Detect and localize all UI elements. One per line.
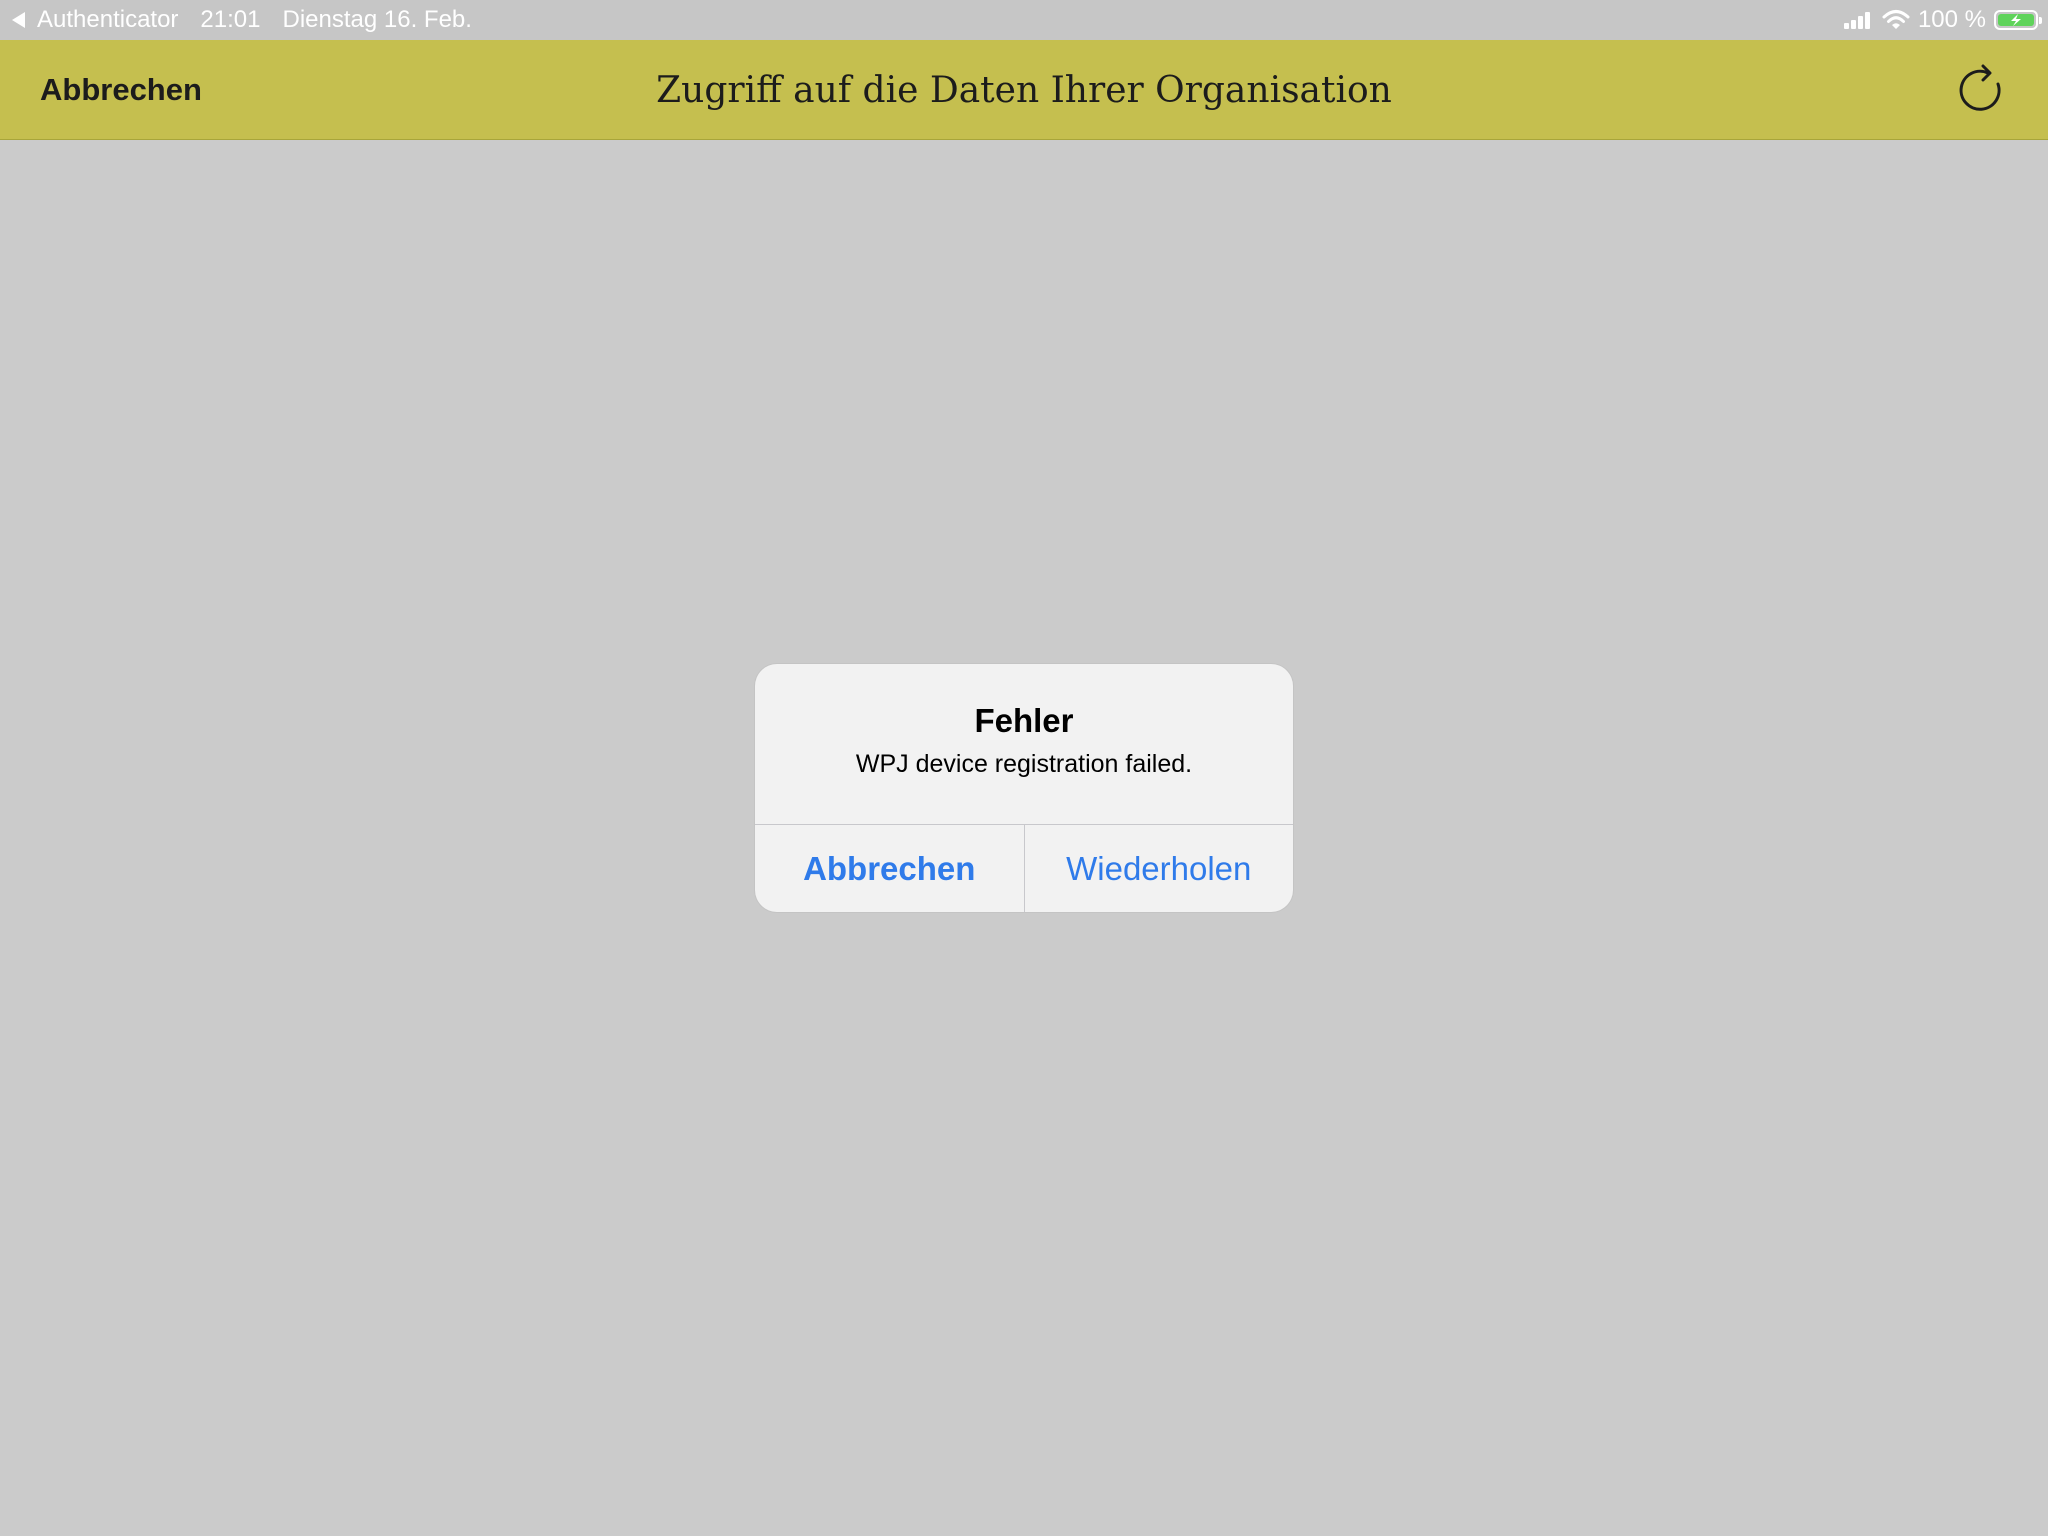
signal-icon (1843, 11, 1872, 29)
alert-retry-button[interactable]: Wiederholen (1025, 825, 1294, 912)
status-time: 21:01 (200, 6, 261, 33)
back-arrow-icon[interactable] (12, 12, 25, 28)
status-bar-left[interactable]: Authenticator 21:01 Dienstag 16. Feb. (12, 0, 472, 40)
status-bar-right: 100 % (1843, 0, 2042, 40)
back-app-label[interactable]: Authenticator (37, 6, 178, 34)
page-title: Zugriff auf die Daten Ihrer Organisation (656, 69, 1392, 111)
status-bar: Authenticator 21:01 Dienstag 16. Feb. 10… (0, 0, 2048, 40)
battery-charging-icon (1994, 10, 2042, 30)
alert-message: WPJ device registration failed. (855, 750, 1193, 778)
alert-body: Fehler WPJ device registration failed. (755, 664, 1293, 824)
status-date: Dienstag 16. Feb. (282, 6, 472, 33)
wifi-icon (1882, 10, 1910, 29)
nav-cancel-button[interactable]: Abbrechen (40, 40, 202, 140)
screen: Authenticator 21:01 Dienstag 16. Feb. 10… (0, 0, 2048, 1536)
alert-title: Fehler (974, 702, 1074, 739)
alert-cancel-button[interactable]: Abbrechen (755, 825, 1024, 912)
battery-percentage: 100 % (1917, 6, 1986, 33)
refresh-icon[interactable] (1954, 64, 2006, 116)
error-alert-dialog: Fehler WPJ device registration failed. A… (755, 664, 1293, 912)
navigation-bar: Abbrechen Zugriff auf die Daten Ihrer Or… (0, 40, 2048, 140)
alert-button-row: Abbrechen Wiederholen (755, 824, 1293, 912)
